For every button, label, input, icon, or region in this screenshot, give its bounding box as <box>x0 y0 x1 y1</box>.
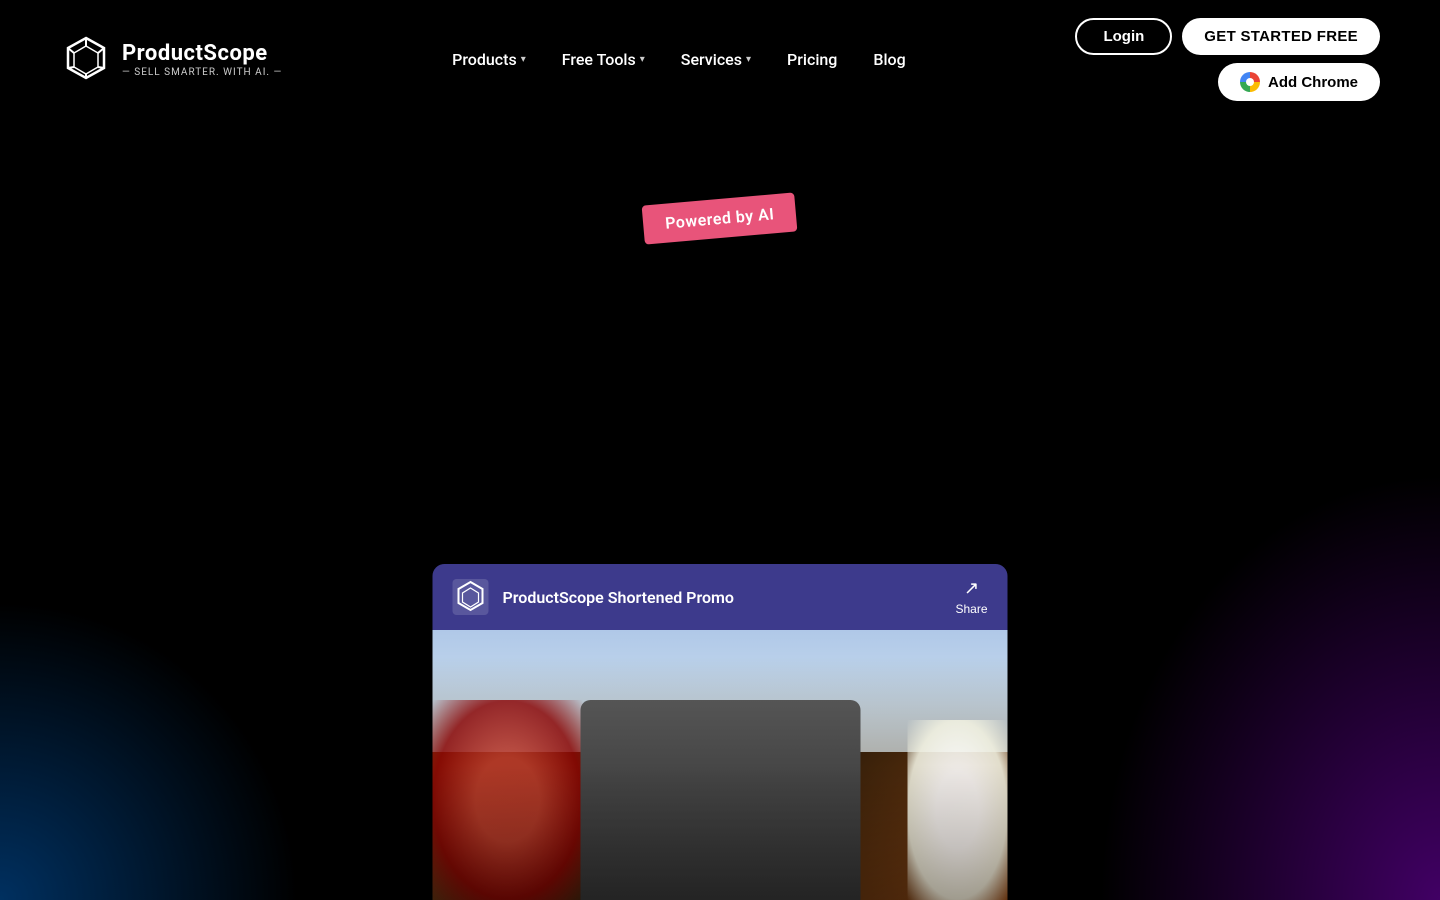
thumbnail-scene <box>433 630 1008 900</box>
nav-item-blog[interactable]: Blog <box>859 42 919 77</box>
add-chrome-label: Add Chrome <box>1268 74 1358 91</box>
powered-by-ai-badge: Powered by AI <box>642 192 798 244</box>
logo-name: ProductScope <box>122 41 282 67</box>
nav-item-free-tools[interactable]: Free Tools ▾ <box>548 42 659 77</box>
logo-tagline: — SELL SMARTER. WITH AI. — <box>122 67 282 78</box>
navbar: ProductScope — SELL SMARTER. WITH AI. — … <box>0 0 1440 119</box>
main-content: Powered by AI <box>0 119 1440 238</box>
chevron-down-icon-3: ▾ <box>746 54 751 65</box>
thumbnail-overlay <box>433 630 1008 900</box>
video-header-left: ProductScope Shortened Promo <box>453 579 735 615</box>
share-label: Share <box>955 602 987 616</box>
nav-services-label: Services <box>681 50 742 69</box>
video-logo-icon <box>453 579 489 615</box>
nav-item-pricing[interactable]: Pricing <box>773 42 851 77</box>
video-share-button[interactable]: ↗ Share <box>955 578 987 616</box>
add-chrome-button[interactable]: Add Chrome <box>1218 63 1380 101</box>
nav-item-services[interactable]: Services ▾ <box>667 42 765 77</box>
chevron-down-icon-2: ▾ <box>640 54 645 65</box>
nav-actions-top: Login GET STARTED FREE <box>1075 18 1380 55</box>
chrome-icon <box>1240 72 1260 92</box>
video-title: ProductScope Shortened Promo <box>503 588 735 607</box>
logo-text-group: ProductScope — SELL SMARTER. WITH AI. — <box>122 41 282 78</box>
nav-pricing-label: Pricing <box>787 50 837 69</box>
logo-icon <box>60 34 112 86</box>
video-container: ProductScope Shortened Promo ↗ Share <box>433 564 1008 900</box>
background-glow-left <box>0 600 300 900</box>
nav-free-tools-label: Free Tools <box>562 50 636 69</box>
nav-item-products[interactable]: Products ▾ <box>438 42 540 77</box>
chevron-down-icon: ▾ <box>521 54 526 65</box>
share-icon: ↗ <box>964 578 979 599</box>
get-started-button[interactable]: GET STARTED FREE <box>1182 18 1380 55</box>
nav-products-label: Products <box>452 50 517 69</box>
nav-links: Products ▾ Free Tools ▾ Services ▾ Prici… <box>438 42 920 77</box>
video-header: ProductScope Shortened Promo ↗ Share <box>433 564 1008 630</box>
nav-blog-label: Blog <box>873 50 905 69</box>
background-glow-right <box>1040 400 1440 900</box>
video-thumbnail[interactable] <box>433 630 1008 900</box>
nav-actions: Login GET STARTED FREE Add Chrome <box>1075 18 1380 101</box>
login-button[interactable]: Login <box>1075 18 1172 55</box>
logo-link[interactable]: ProductScope — SELL SMARTER. WITH AI. — <box>60 34 282 86</box>
video-section: ProductScope Shortened Promo ↗ Share <box>433 564 1008 900</box>
